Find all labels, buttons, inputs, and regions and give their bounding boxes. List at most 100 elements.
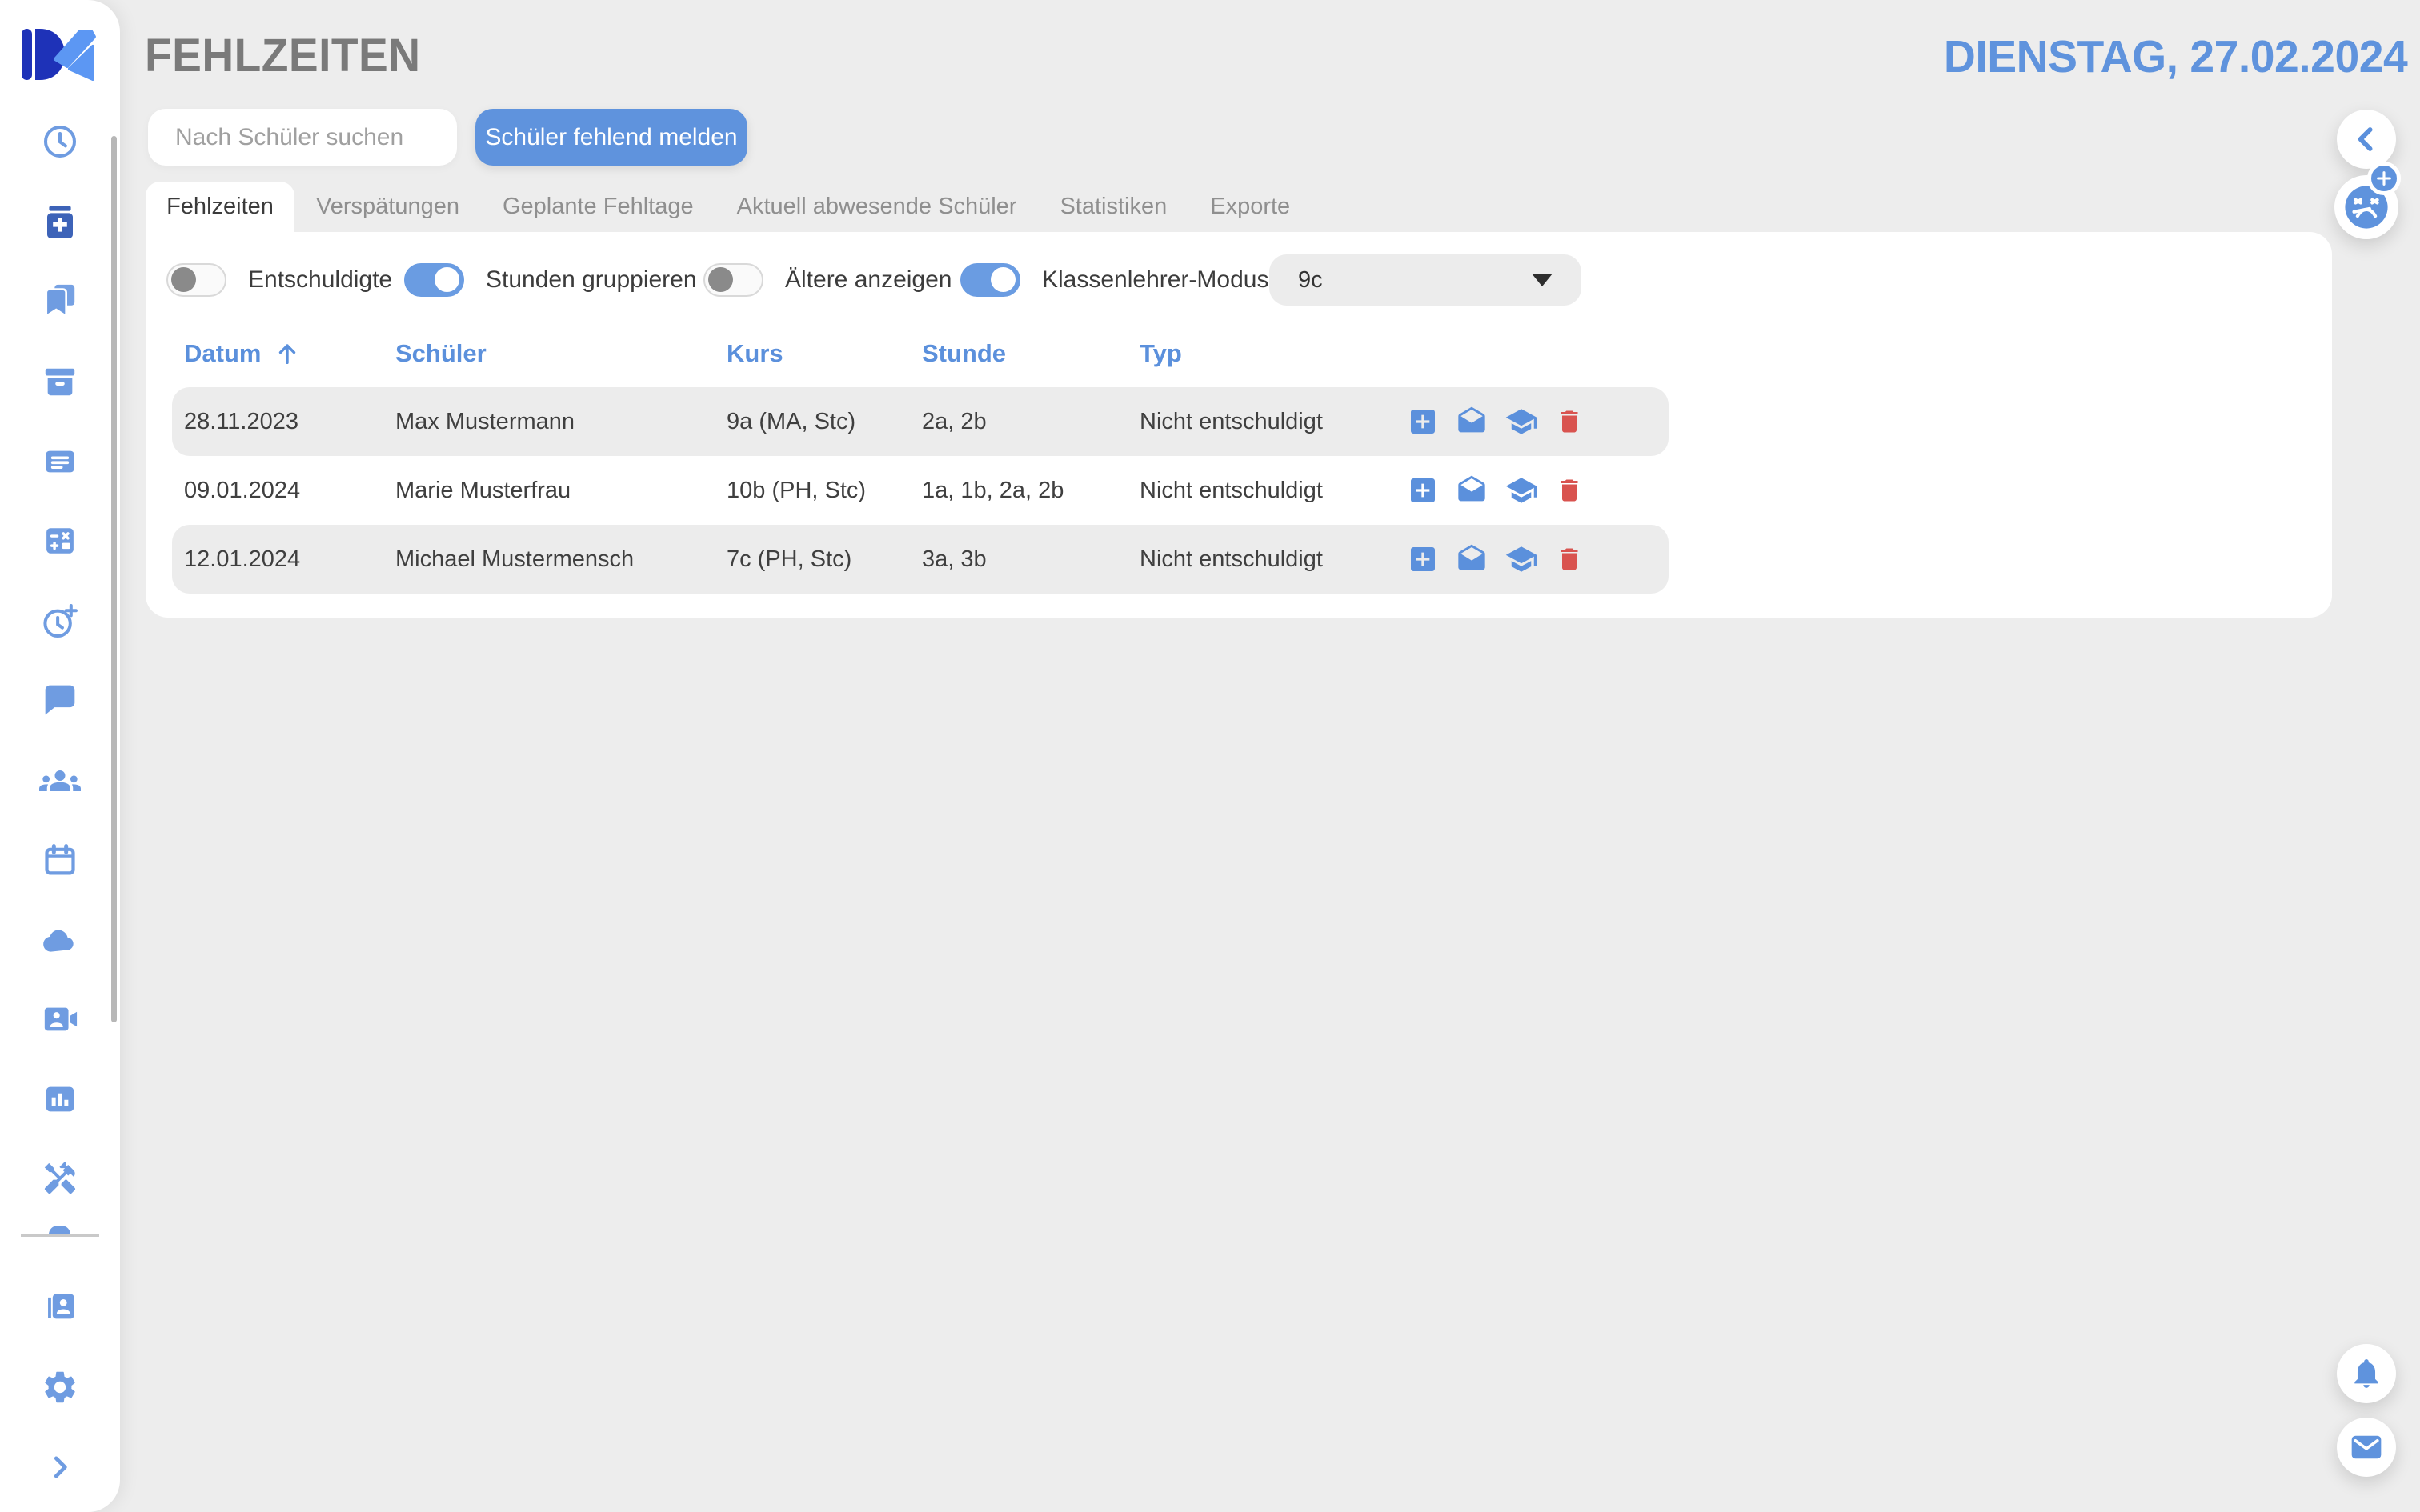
add-absence-button[interactable]: [1407, 406, 1439, 438]
clock-plus-icon: [42, 603, 78, 640]
cell-stunde: 1a, 1b, 2a, 2b: [922, 456, 1064, 525]
sidebar-peek-icon: [49, 1226, 70, 1234]
sidebar-item-archive[interactable]: [36, 358, 84, 406]
toggle-label: Stunden gruppieren: [486, 266, 697, 294]
column-header-typ[interactable]: Typ: [1140, 336, 1182, 371]
delete-button[interactable]: [1555, 407, 1584, 436]
tab-exporte[interactable]: Exporte: [1188, 182, 1312, 232]
sidebar-item-classbook[interactable]: [36, 277, 84, 325]
row-actions: [1407, 387, 1584, 456]
tools-icon: [42, 1160, 78, 1197]
open-mail-icon: [1456, 543, 1488, 575]
column-header-label: Datum: [184, 339, 261, 368]
toggle-aeltere-anzeigen[interactable]: [703, 263, 763, 297]
cell-schueler: Michael Mustermensch: [395, 525, 634, 594]
chat-icon: [42, 682, 78, 718]
table-row: 12.01.2024 Michael Mustermensch 7c (PH, …: [172, 525, 1669, 594]
delete-button[interactable]: [1555, 545, 1584, 574]
tab-fehlzeiten[interactable]: Fehlzeiten: [146, 182, 294, 232]
class-select[interactable]: 9c: [1269, 254, 1581, 306]
add-box-icon: [1407, 543, 1439, 575]
sidebar-item-history[interactable]: [36, 118, 84, 166]
delete-button[interactable]: [1555, 476, 1584, 505]
school-button[interactable]: [1504, 405, 1538, 438]
calculator-icon: [42, 522, 78, 559]
sidebar-item-cloud[interactable]: [36, 916, 84, 964]
school-button[interactable]: [1504, 474, 1538, 507]
tab-statistiken[interactable]: Statistiken: [1038, 182, 1188, 232]
trash-icon: [1555, 476, 1584, 505]
column-header-stunde[interactable]: Stunde: [922, 336, 1006, 371]
sidebar-scrollbar[interactable]: [111, 136, 117, 1022]
page-title: FEHLZEITEN: [145, 29, 421, 82]
cell-kurs: 9a (MA, Stc): [727, 387, 855, 456]
tab-verspaetungen[interactable]: Verspätungen: [294, 182, 481, 232]
table-row: 28.11.2023 Max Mustermann 9a (MA, Stc) 2…: [172, 387, 1669, 456]
sidebar-item-messages[interactable]: [36, 676, 84, 724]
toggle-knob: [435, 267, 459, 292]
plus-badge-icon[interactable]: [2367, 162, 2401, 195]
add-box-icon: [1407, 406, 1439, 438]
sidebar-item-contacts[interactable]: [36, 1282, 84, 1330]
tab-geplante-fehltage[interactable]: Geplante Fehltage: [481, 182, 715, 232]
sidebar-item-videocall[interactable]: [36, 995, 84, 1043]
filter-entschuldigte: Entschuldigte: [166, 254, 392, 306]
cell-schueler: Max Mustermann: [395, 387, 575, 456]
video-camera-icon: [42, 1001, 78, 1038]
sidebar-item-notes[interactable]: [36, 438, 84, 486]
column-header-schueler[interactable]: Schüler: [395, 336, 487, 371]
filter-aeltere-anzeigen: Ältere anzeigen: [703, 254, 952, 306]
sidebar-item-calendar[interactable]: [36, 837, 84, 885]
sidebar-item-statistics[interactable]: [36, 1075, 84, 1123]
app-logo[interactable]: [22, 26, 98, 82]
sidebar: [0, 0, 120, 1512]
column-header-datum[interactable]: Datum: [184, 336, 301, 371]
toggle-label: Entschuldigte: [248, 266, 392, 294]
toggle-stunden-gruppieren[interactable]: [404, 263, 464, 297]
sidebar-expand-button[interactable]: [36, 1443, 84, 1491]
sidebar-item-grades[interactable]: [36, 517, 84, 565]
sidebar-item-groups[interactable]: [36, 757, 84, 805]
search-input[interactable]: [148, 109, 457, 166]
cell-stunde: 3a, 3b: [922, 525, 987, 594]
tab-aktuell-abwesende[interactable]: Aktuell abwesende Schüler: [715, 182, 1039, 232]
send-mail-button[interactable]: [1456, 543, 1488, 575]
chevron-left-icon: [2349, 122, 2384, 157]
add-absence-button[interactable]: [1407, 543, 1439, 575]
chevron-right-icon: [45, 1452, 75, 1482]
add-box-icon: [1407, 474, 1439, 506]
sidebar-item-settings[interactable]: [36, 1363, 84, 1411]
gear-icon: [41, 1368, 79, 1406]
report-absent-button[interactable]: Schüler fehlend melden: [475, 109, 747, 166]
toggle-entschuldigte[interactable]: [166, 263, 226, 297]
bell-icon: [2350, 1357, 2383, 1390]
table-row: 09.01.2024 Marie Musterfrau 10b (PH, Stc…: [172, 456, 1669, 525]
cell-typ: Nicht entschuldigt: [1140, 387, 1323, 456]
mail-icon: [2349, 1430, 2384, 1465]
sidebar-item-tools[interactable]: [36, 1154, 84, 1202]
send-mail-button[interactable]: [1456, 474, 1488, 506]
add-absence-button[interactable]: [1407, 474, 1439, 506]
toggle-knob: [171, 267, 196, 292]
cell-typ: Nicht entschuldigt: [1140, 456, 1323, 525]
id-card-icon: [42, 1288, 78, 1325]
toggle-klassenlehrer-modus[interactable]: [960, 263, 1020, 297]
sidebar-item-absences[interactable]: [36, 198, 84, 246]
absences-panel: Entschuldigte Stunden gruppieren Ältere …: [146, 232, 2332, 618]
open-mail-icon: [1456, 406, 1488, 438]
school-button[interactable]: [1504, 542, 1538, 576]
sidebar-divider: [21, 1234, 99, 1237]
page-date: DIENSTAG, 27.02.2024: [1944, 30, 2407, 83]
chevron-down-icon: [1532, 274, 1553, 286]
send-mail-button[interactable]: [1456, 406, 1488, 438]
collapse-panel-button[interactable]: [2337, 110, 2396, 169]
calendar-icon: [42, 842, 78, 879]
toggle-label: Ältere anzeigen: [785, 266, 952, 294]
messages-button[interactable]: [2337, 1418, 2396, 1477]
cell-typ: Nicht entschuldigt: [1140, 525, 1323, 594]
clock-icon: [42, 123, 78, 160]
sidebar-item-timetracking[interactable]: [36, 598, 84, 646]
column-header-kurs[interactable]: Kurs: [727, 336, 783, 371]
notifications-button[interactable]: [2337, 1344, 2396, 1403]
filter-stunden-gruppieren: Stunden gruppieren: [404, 254, 697, 306]
